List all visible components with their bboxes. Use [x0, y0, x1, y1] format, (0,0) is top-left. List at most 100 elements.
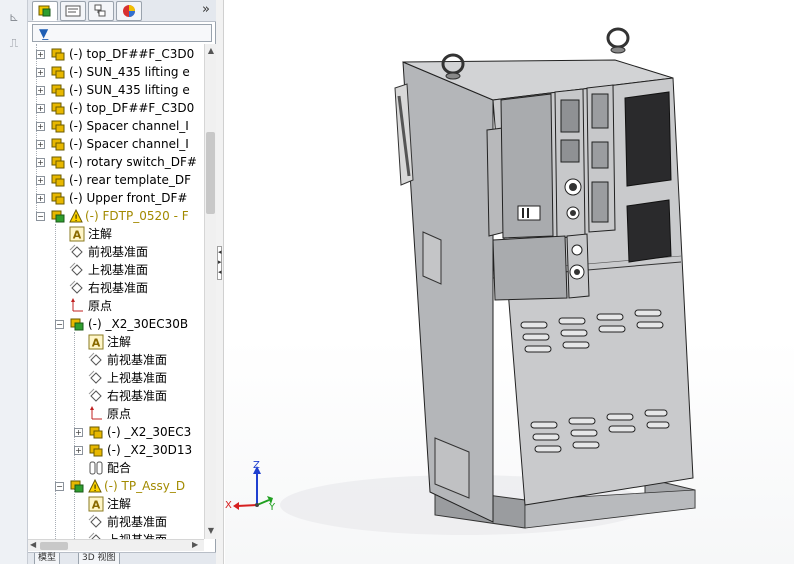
tree-item-label: 原点	[88, 299, 113, 313]
graphics-area[interactable]: Z X Y	[225, 0, 794, 564]
tree-item-icon	[50, 190, 66, 206]
tree-item-label: (-) Upper front_DF#	[69, 191, 188, 205]
vertical-scroll-thumb[interactable]	[206, 132, 215, 214]
tree-item-label: (-) _X2_30EC30B	[88, 317, 189, 331]
panel-splitter[interactable]: ◂ ▸ ◂	[216, 0, 224, 564]
tree-item-icon	[50, 154, 66, 170]
tree-item-icon: A	[88, 496, 104, 512]
filter-icon: ▼̲	[39, 26, 49, 40]
part-icon	[51, 192, 65, 205]
tree-row[interactable]: 前视基准面	[28, 513, 204, 531]
scroll-left-arrow[interactable]: ◀	[30, 540, 36, 549]
tab-feature-manager[interactable]	[32, 1, 58, 21]
tree-row[interactable]: + (-) rear template_DF	[28, 171, 204, 189]
tree-warning: !	[69, 208, 85, 225]
tree-item-label: (-) Spacer channel_I	[69, 119, 189, 133]
feature-tree: + (-) top_DF##F_C3D0 + (-) SUN_435 lifting …	[28, 44, 204, 539]
more-tabs-button[interactable]: »	[202, 2, 210, 17]
tree-item-icon	[69, 280, 85, 296]
tab-model[interactable]: 模型	[34, 553, 61, 564]
scroll-up-arrow[interactable]: ▲	[206, 46, 216, 55]
tree-row[interactable]: + (-) Spacer channel_I	[28, 135, 204, 153]
step-tool-icon[interactable]: ⎍	[6, 36, 22, 50]
tree-row[interactable]: 前视基准面	[28, 243, 204, 261]
warning-icon: !	[88, 478, 102, 494]
tree-row[interactable]: 原点	[28, 297, 204, 315]
scroll-right-arrow[interactable]: ▶	[192, 540, 198, 549]
tree-row[interactable]: + (-) rotary switch_DF#	[28, 153, 204, 171]
expand-toggle[interactable]: +	[74, 446, 83, 455]
tree-row[interactable]: + (-) _X2_30D13	[28, 441, 204, 459]
tree-row[interactable]: + (-) top_DF##F_C3D0	[28, 45, 204, 63]
tree-item-icon	[50, 118, 66, 134]
collapse-panel-handle[interactable]: ◂ ▸ ◂	[217, 246, 222, 280]
tree-row[interactable]: 原点	[28, 405, 204, 423]
plane-icon	[88, 370, 102, 384]
tree-filter[interactable]: ▼̲	[32, 24, 212, 42]
part-icon	[51, 102, 65, 115]
expand-toggle[interactable]: +	[36, 176, 45, 185]
expand-toggle[interactable]: +	[36, 140, 45, 149]
tab-configuration-manager[interactable]	[88, 1, 114, 21]
sketch-tool-icon[interactable]: ⊾	[6, 10, 22, 24]
tree-row[interactable]: + (-) _X2_30EC3	[28, 423, 204, 441]
tree-item-label: 注解	[107, 497, 132, 511]
tab-property-manager[interactable]	[60, 1, 86, 21]
z-axis-label: Z	[253, 460, 260, 471]
expand-toggle[interactable]: +	[74, 428, 83, 437]
tree-row[interactable]: A 注解	[28, 333, 204, 351]
tree-row[interactable]: A 注解	[28, 495, 204, 513]
tree-row[interactable]: −! (-) FDTP_0520 - F	[28, 207, 204, 225]
svg-text:!: !	[93, 484, 97, 493]
tree-row[interactable]: 右视基准面	[28, 279, 204, 297]
tree-row[interactable]: − (-) _X2_30EC30B	[28, 315, 204, 333]
collapse-toggle[interactable]: −	[55, 482, 64, 491]
tree-row[interactable]: 上视基准面	[28, 261, 204, 279]
collapse-toggle[interactable]: −	[36, 212, 45, 221]
tree-row[interactable]: −! (-) TP_Assy_D	[28, 477, 204, 495]
tree-row[interactable]: A 注解	[28, 225, 204, 243]
expand-toggle[interactable]: +	[36, 50, 45, 59]
plane-icon	[88, 532, 101, 539]
tree-horizontal-scrollbar[interactable]: ◀ ▶	[28, 539, 204, 551]
tree-row[interactable]: 前视基准面	[28, 351, 204, 369]
expand-toggle[interactable]: +	[36, 158, 45, 167]
tree-row[interactable]: + (-) SUN_435 lifting e	[28, 81, 204, 99]
part-icon	[89, 444, 103, 457]
expand-toggle[interactable]: +	[36, 68, 45, 77]
expand-toggle[interactable]: +	[36, 86, 45, 95]
tree-item-icon	[88, 424, 104, 440]
tree-warning: !	[88, 478, 104, 495]
tree-vertical-scrollbar[interactable]: ▲ ▼	[204, 44, 216, 539]
expand-toggle[interactable]: +	[36, 104, 45, 113]
tree-row[interactable]: 右视基准面	[28, 387, 204, 405]
svg-text:A: A	[73, 229, 82, 242]
svg-text:A: A	[92, 499, 101, 512]
part-icon	[51, 156, 65, 169]
bottom-tab-bar: 模型 3D 视图	[28, 552, 216, 564]
tree-item-icon	[69, 478, 85, 494]
expand-toggle[interactable]: +	[36, 122, 45, 131]
tree-row[interactable]: + (-) top_DF##F_C3D0	[28, 99, 204, 117]
collapse-toggle[interactable]: −	[55, 320, 64, 329]
expand-toggle[interactable]: +	[36, 194, 45, 203]
scroll-down-arrow[interactable]: ▼	[206, 526, 216, 535]
annotation-icon: A	[69, 226, 85, 242]
part-icon	[51, 48, 65, 61]
tree-item-label: 右视基准面	[88, 281, 149, 295]
tree-item-icon	[88, 352, 104, 368]
tab-3d-views[interactable]: 3D 视图	[78, 553, 120, 564]
tree-item-icon: A	[69, 226, 85, 242]
tree-row[interactable]: + (-) Upper front_DF#	[28, 189, 204, 207]
tree-item-label: 原点	[107, 407, 132, 421]
tree-row[interactable]: 配合	[28, 459, 204, 477]
horizontal-scroll-thumb[interactable]	[40, 542, 68, 550]
tree-row[interactable]: + (-) SUN_435 lifting e	[28, 63, 204, 81]
tree-item-label: 上视基准面	[107, 371, 168, 385]
configuration-icon	[94, 4, 106, 17]
tree-row[interactable]: 上视基准面	[28, 369, 204, 387]
tree-item-label: 注解	[107, 335, 132, 349]
tree-row[interactable]: 上视基准面	[28, 531, 204, 539]
tree-row[interactable]: + (-) Spacer channel_I	[28, 117, 204, 135]
tab-display-manager[interactable]	[116, 1, 142, 21]
